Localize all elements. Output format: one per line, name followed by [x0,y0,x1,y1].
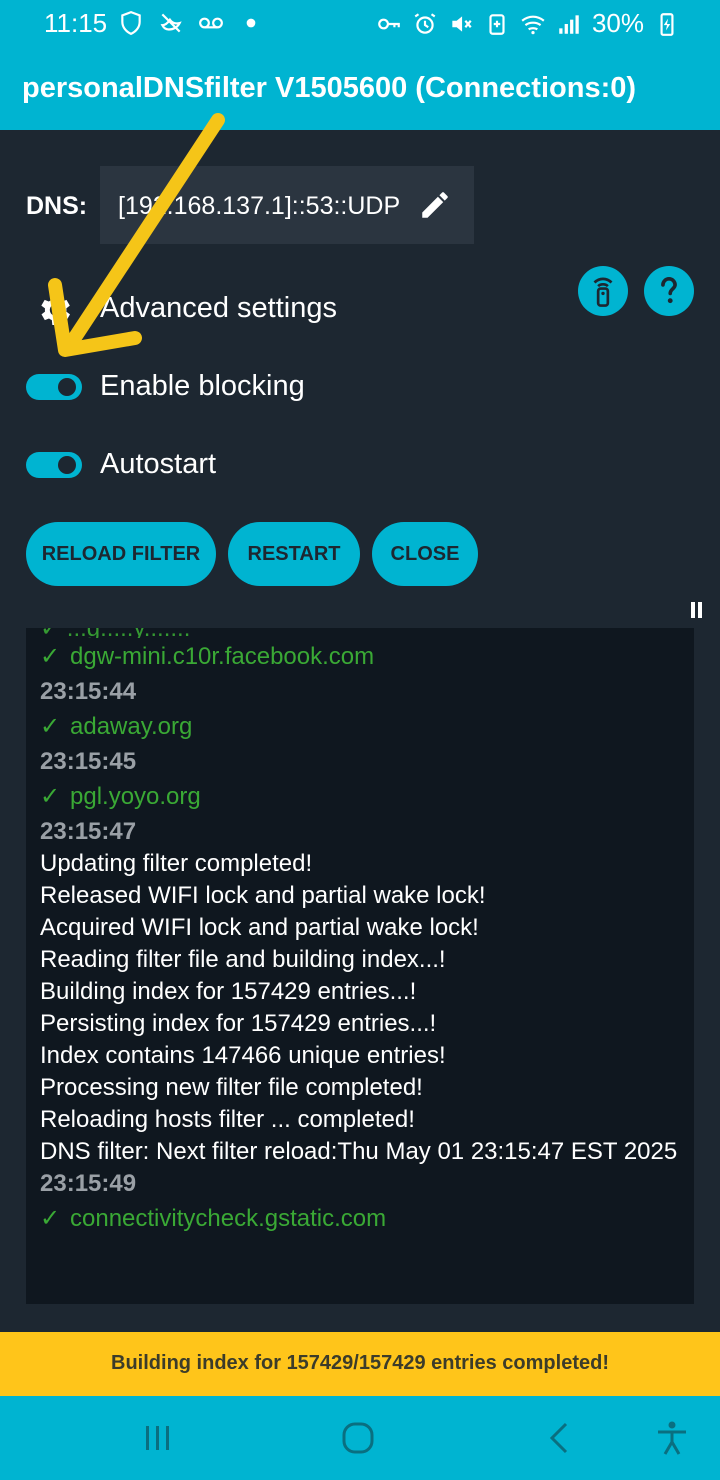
wifi-icon [521,15,545,34]
status-banner-text: Building index for 157429/157429 entries… [111,1352,609,1374]
app-title: personalDNSfilter V1505600 (Connections:… [22,72,637,104]
log-message: Released WIFI lock and partial wake lock… [40,882,486,909]
battery-saver-icon [489,13,505,35]
log-message: Acquired WIFI lock and partial wake lock… [40,914,479,941]
log-partial-line: ✓ ...g.....y....... [40,628,690,638]
advanced-settings-label[interactable]: Advanced settings [100,292,337,325]
restart-button[interactable]: RESTART [228,522,360,586]
status-bar: 11:15 30% [0,0,720,50]
app-bar: personalDNSfilter V1505600 (Connections:… [0,50,720,130]
dns-field[interactable]: [192.168.137.1]::53::UDP [100,166,474,244]
log-message: Reading filter file and building index..… [40,946,446,973]
pause-icon[interactable] [690,600,704,620]
log-message: Updating filter completed! [40,850,313,877]
remote-control-button[interactable] [578,266,628,316]
no-bird-icon [160,13,182,33]
back-icon[interactable] [540,1418,580,1458]
accessibility-icon[interactable] [652,1418,692,1458]
log-message: Reloading hosts filter ... completed! [40,1106,415,1133]
gear-icon[interactable] [34,290,74,330]
dns-value: [192.168.137.1]::53::UDP [118,192,401,220]
dns-label: DNS: [26,192,88,220]
log-allowed-entry: ✓ connectivitycheck.gstatic.com [40,1200,690,1238]
close-button[interactable]: CLOSE [372,522,478,586]
reload-filter-button[interactable]: RELOAD FILTER [26,522,216,586]
log-content: ✓ ...g.....y....... ✓dgw-mini.c10r.faceb… [40,628,690,1238]
log-message: DNS filter: Next filter reload:Thu May 0… [40,1138,678,1165]
dot-icon [246,18,256,28]
log-allowed-entry: ✓ dgw-mini.c10r.facebook.com [40,638,690,676]
autostart-switch[interactable] [26,452,82,478]
shield-icon [121,11,141,36]
log-timestamp: 23:15:45 [40,748,137,775]
log-allowed-entry: ✓ pgl.yoyo.org [40,778,690,816]
pencil-edit-icon[interactable] [418,188,452,222]
log-panel[interactable]: ✓ ...g.....y....... ✓dgw-mini.c10r.faceb… [26,628,694,1304]
navigation-bar [0,1396,720,1480]
log-message: Index contains 147466 unique entries! [40,1042,446,1069]
remote-control-icon [593,277,613,307]
status-time: 11:15 [44,8,108,38]
log-message: Persisting index for 157429 entries...! [40,1010,437,1037]
question-mark-icon [661,277,677,304]
log-allowed-entry: ✓ adaway.org [40,708,690,746]
log-message: Processing new filter file completed! [40,1074,423,1101]
autostart-label: Autostart [100,448,217,480]
check-icon: ✓ [40,1205,61,1232]
check-icon: ✓ [40,783,61,810]
log-timestamp: 23:15:47 [40,818,137,845]
home-icon[interactable] [338,1418,378,1458]
check-icon: ✓ [40,713,61,740]
alarm-icon [414,12,436,34]
status-right-icons: 30% [376,8,680,39]
log-message: Building index for 157429 entries...! [40,978,417,1005]
switch-knob [58,456,76,474]
enable-blocking-label: Enable blocking [100,370,305,402]
check-icon: ✓ [40,643,61,670]
signal-icon [559,14,579,34]
battery-charging-icon [660,12,674,36]
log-timestamp: 23:15:44 [40,678,137,705]
recent-apps-icon[interactable] [138,1418,178,1458]
log-timestamp: 23:15:49 [40,1170,137,1197]
status-left-icons [118,10,264,36]
battery-percent: 30% [591,8,644,38]
status-banner: Building index for 157429/157429 entries… [0,1332,720,1396]
enable-blocking-switch[interactable] [26,374,82,400]
voicemail-icon [199,17,223,29]
key-icon [378,18,400,29]
switch-knob [58,378,76,396]
mute-icon [452,15,472,32]
help-button[interactable] [644,266,694,316]
